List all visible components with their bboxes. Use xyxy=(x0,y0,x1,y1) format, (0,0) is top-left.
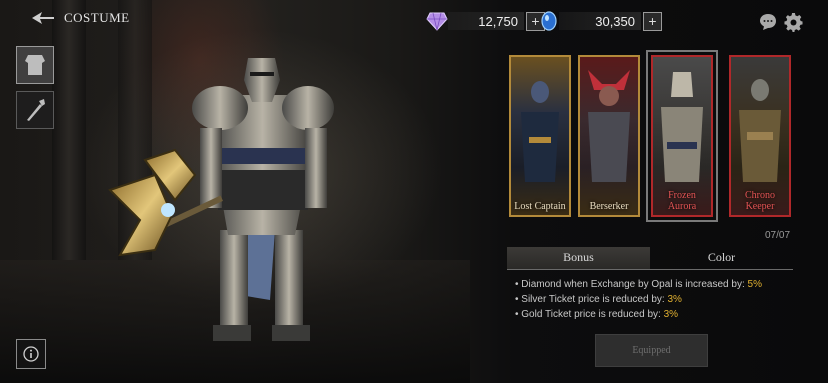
info-icon xyxy=(23,346,39,362)
currency-diamond: 12,750 + xyxy=(426,11,545,31)
page-title: COSTUME xyxy=(64,10,130,25)
costume-portrait xyxy=(661,72,703,182)
blue-opal-icon xyxy=(541,11,557,31)
costume-counter: 07/07 xyxy=(765,230,791,241)
costume-portrait xyxy=(588,70,630,182)
armor-icon xyxy=(25,55,45,75)
costume-portrait xyxy=(521,81,559,182)
knight-character-model xyxy=(108,58,334,341)
chat-icon[interactable] xyxy=(758,12,778,32)
side-tab-armor[interactable] xyxy=(16,46,54,84)
tab-color[interactable]: Color xyxy=(650,247,793,269)
costume-card-berserker[interactable]: Berserker xyxy=(578,55,640,217)
detail-tabs: Bonus Color xyxy=(507,247,793,270)
bonus-value: 5% xyxy=(747,279,762,290)
weapon-icon xyxy=(27,99,45,121)
costume-card-frozen-aurora[interactable]: Frozen Aurora xyxy=(646,50,718,222)
costume-name: Frozen Aurora xyxy=(667,190,697,212)
costume-card-lost-captain[interactable]: Lost Captain xyxy=(509,55,571,217)
tab-bonus[interactable]: Bonus xyxy=(507,247,650,269)
costume-card-chrono-keeper[interactable]: Chrono Keeper xyxy=(729,55,791,217)
bonus-value: 3% xyxy=(667,294,682,305)
opal-amount: 30,350 xyxy=(559,12,641,30)
costume-portrait xyxy=(739,79,781,182)
add-opal-button[interactable]: + xyxy=(643,11,662,31)
gear-icon[interactable] xyxy=(784,12,804,32)
bonus-item: • Silver Ticket price is reduced by: 3% xyxy=(515,294,682,305)
bonus-value: 3% xyxy=(663,309,679,320)
bonus-list: • Diamond when Exchange by Opal is incre… xyxy=(515,277,762,322)
costume-name: Lost Captain xyxy=(514,201,566,212)
diamond-gem-icon xyxy=(426,12,448,31)
castle-pillar xyxy=(52,0,86,260)
info-button[interactable] xyxy=(16,339,46,369)
diamond-amount: 12,750 xyxy=(448,12,524,30)
bonus-item: • Gold Ticket price is reduced by: 3% xyxy=(515,309,679,320)
equipped-button[interactable]: Equipped xyxy=(595,334,708,367)
side-tab-weapon[interactable] xyxy=(16,91,54,129)
bonus-item: • Diamond when Exchange by Opal is incre… xyxy=(515,279,762,290)
winged-back-icon[interactable] xyxy=(30,11,56,25)
costume-name: Berserker xyxy=(589,201,629,212)
costume-name: Chrono Keeper xyxy=(745,190,775,212)
page-header: COSTUME xyxy=(30,10,130,26)
currency-opal: 30,350 + xyxy=(539,11,662,31)
